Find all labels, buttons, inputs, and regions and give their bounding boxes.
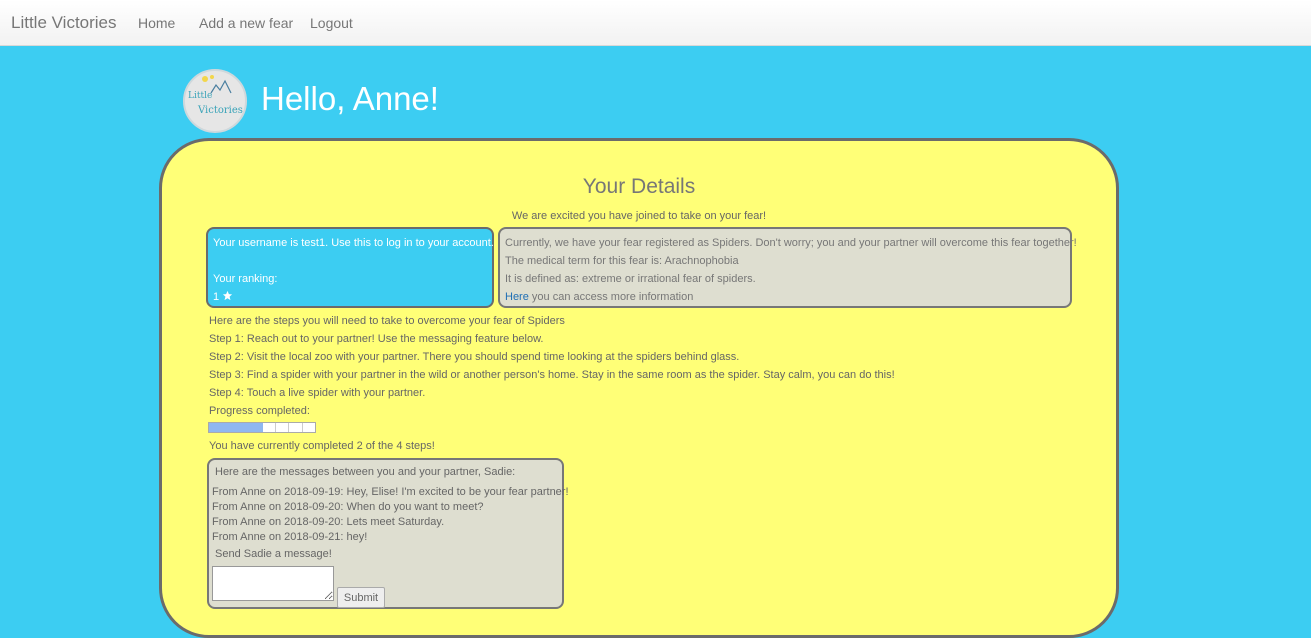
star-icon [223, 290, 233, 301]
completed-text: You have currently completed 2 of the 4 … [209, 440, 435, 452]
message-item: From Anne on 2018-09-20: When do you wan… [212, 501, 484, 513]
progress-segment [235, 423, 250, 432]
logo-line1: Little [188, 91, 212, 101]
messages-header: Here are the messages between you and yo… [215, 466, 516, 478]
logo-line2: Victories [197, 105, 243, 116]
message-item: From Anne on 2018-09-21: hey! [212, 531, 368, 543]
fear-info-box: Currently, we have your fear registered … [498, 227, 1077, 308]
step-item: Step 3: Find a spider with your partner … [209, 369, 895, 381]
message-item: From Anne on 2018-09-20: Lets meet Satur… [212, 516, 445, 528]
progress-segment [276, 423, 290, 432]
message-item: From Anne on 2018-09-19: Hey, Elise! I'm… [212, 486, 569, 498]
steps-section: Here are the steps you will need to take… [209, 312, 895, 420]
username-text: Your username is test1. Use this to log … [213, 237, 494, 249]
nav-link-home[interactable]: Home [138, 15, 175, 31]
progress-segment [303, 423, 315, 432]
fear-medical-term: The medical term for this fear is: Arach… [505, 255, 739, 267]
more-info-link[interactable]: Here [505, 291, 529, 303]
brand-link[interactable]: Little Victories [11, 13, 117, 33]
progress-bar [208, 422, 316, 433]
details-subtitle: We are excited you have joined to take o… [511, 210, 767, 222]
ranking-label: Your ranking: [213, 273, 278, 285]
progress-segment [222, 423, 236, 432]
progress-label: Progress completed: [209, 405, 310, 417]
messages-box: Here are the messages between you and yo… [207, 458, 569, 609]
details-title: Your Details [582, 175, 696, 198]
step-item: Step 1: Reach out to your partner! Use t… [209, 333, 544, 345]
progress-segment [249, 423, 263, 432]
submit-button[interactable]: Submit [337, 587, 385, 608]
progress-segment [209, 423, 223, 432]
progress-segment [289, 423, 303, 432]
step-item: Step 4: Touch a live spider with your pa… [209, 387, 426, 399]
ranking-value: 1 [213, 291, 220, 303]
fear-definition: It is defined as: extreme or irrational … [505, 273, 756, 285]
nav-link-logout[interactable]: Logout [310, 15, 353, 31]
greeting-heading: Hello, Anne! [261, 80, 439, 117]
fear-registered-text: Currently, we have your fear registered … [505, 237, 1077, 249]
account-info-box: Your username is test1. Use this to log … [206, 227, 494, 308]
message-input[interactable] [212, 566, 334, 601]
little-victories-logo: Little Victories [183, 69, 247, 133]
more-info-suffix: you can access more information [531, 291, 694, 303]
nav-link-add-fear[interactable]: Add a new fear [199, 15, 293, 31]
step-item: Step 2: Visit the local zoo with your pa… [209, 351, 740, 363]
progress-segment [263, 423, 276, 432]
top-navbar: Little Victories Home Add a new fear Log… [0, 0, 1311, 46]
steps-intro: Here are the steps you will need to take… [209, 315, 565, 327]
send-message-label: Send Sadie a message! [215, 548, 332, 560]
